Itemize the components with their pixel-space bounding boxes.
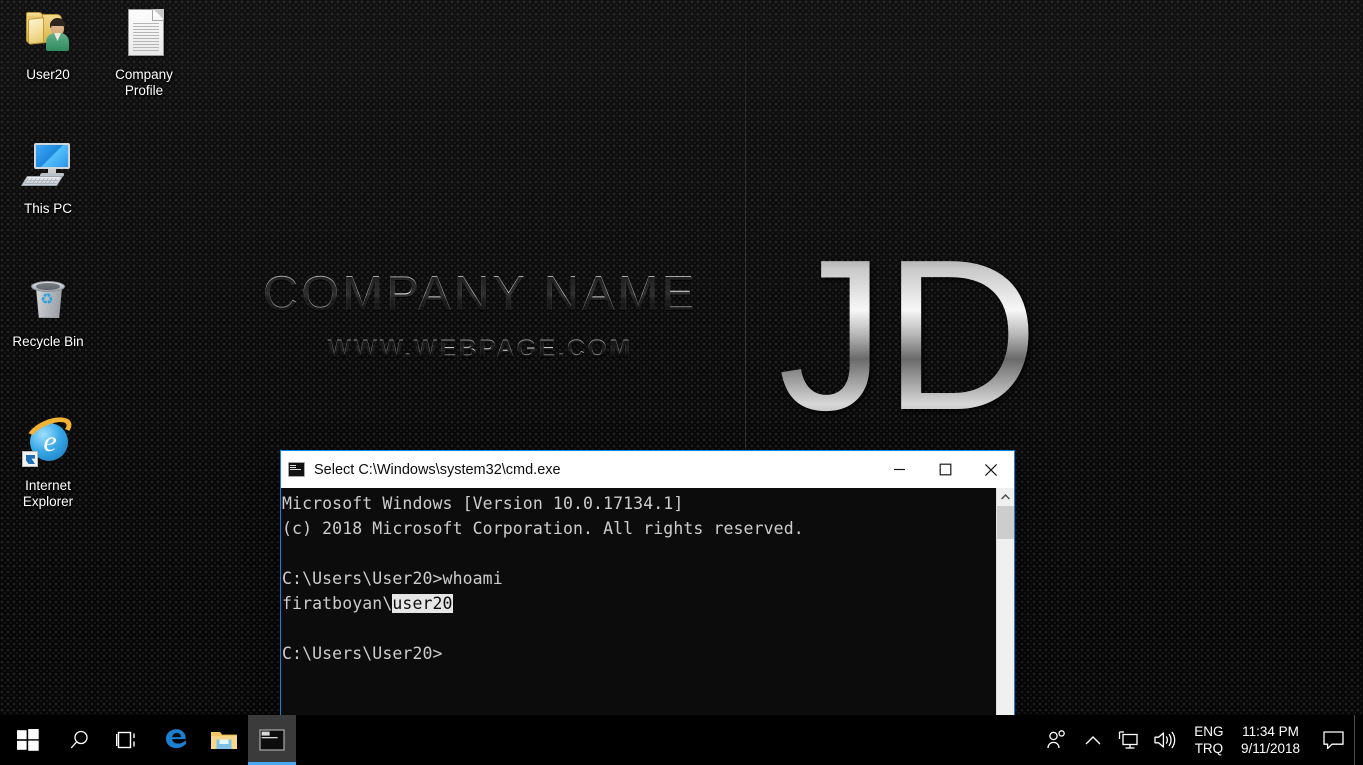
- file-explorer-button[interactable]: [200, 715, 248, 765]
- close-button[interactable]: [968, 451, 1014, 488]
- desktop-icon-this-pc[interactable]: This PC: [0, 140, 96, 217]
- wallpaper-logo-monogram: JD: [778, 214, 1039, 455]
- speaker-icon[interactable]: [1147, 715, 1183, 765]
- desktop-icon-label: User20: [26, 67, 70, 82]
- search-button[interactable]: [56, 715, 104, 765]
- task-view-icon: [116, 731, 135, 749]
- search-icon: [70, 730, 88, 749]
- language-indicator[interactable]: ENG TRQ: [1183, 715, 1235, 765]
- start-button[interactable]: [0, 715, 56, 765]
- maximize-icon: [939, 463, 951, 476]
- action-center-button[interactable]: [1312, 715, 1354, 765]
- scrollbar-thumb[interactable]: [997, 506, 1014, 539]
- desktop-icon-label: Recycle Bin: [12, 334, 84, 349]
- chevron-up-icon[interactable]: [1075, 715, 1111, 765]
- windows-logo-icon: [17, 729, 39, 751]
- cmd-icon: [259, 729, 285, 751]
- close-icon: [984, 463, 998, 476]
- desktop-icon-company-profile[interactable]: Company Profile: [96, 6, 192, 99]
- console-selected-text: user20: [392, 594, 453, 613]
- desktop-icon-label: Company Profile: [115, 67, 173, 98]
- desktop-icon-label: Internet Explorer: [22, 478, 74, 509]
- minimize-button[interactable]: [876, 451, 922, 488]
- edge-icon: [166, 729, 186, 749]
- taskbar[interactable]: ENG TRQ 11:34 PM 9/11/2018: [0, 715, 1363, 765]
- maximize-button[interactable]: [922, 451, 968, 488]
- console-line: C:\Users\User20>whoami: [282, 569, 503, 588]
- console-text: Microsoft Windows [Version 10.0.17134.1]…: [282, 491, 986, 666]
- console-line: Microsoft Windows [Version 10.0.17134.1]: [282, 494, 684, 513]
- document-icon: [112, 6, 176, 62]
- clock[interactable]: 11:34 PM 9/11/2018: [1235, 715, 1312, 765]
- desktop-icon-label: This PC: [23, 201, 72, 216]
- clock-time: 11:34 PM: [1242, 724, 1299, 739]
- wallpaper-company-name: COMPANY NAME: [240, 270, 720, 319]
- action-center-icon: [1322, 730, 1344, 749]
- console-scrollbar[interactable]: [996, 488, 1014, 717]
- wallpaper-website: WWW.WEBPAGE.COM: [240, 337, 720, 362]
- people-icon[interactable]: [1039, 715, 1075, 765]
- window-title-bar[interactable]: Select C:\Windows\system32\cmd.exe: [281, 451, 1014, 488]
- system-tray[interactable]: ENG TRQ 11:34 PM 9/11/2018: [1039, 715, 1363, 765]
- window-title: Select C:\Windows\system32\cmd.exe: [314, 461, 561, 478]
- language-primary: ENG: [1194, 724, 1224, 739]
- cmd-taskbar-button[interactable]: [248, 715, 296, 765]
- edge-button[interactable]: [152, 715, 200, 765]
- task-view-button[interactable]: [104, 715, 152, 765]
- console-output-area[interactable]: Microsoft Windows [Version 10.0.17134.1]…: [281, 488, 1014, 717]
- wallpaper-brand: COMPANY NAME WWW.WEBPAGE.COM: [240, 270, 720, 362]
- folder-icon: [211, 732, 237, 749]
- clock-date: 9/11/2018: [1240, 741, 1300, 756]
- internet-explorer-icon: e: [16, 411, 80, 473]
- language-secondary: TRQ: [1194, 741, 1224, 756]
- console-line: C:\Users\User20>: [282, 644, 443, 663]
- console-line: (c) 2018 Microsoft Corporation. All righ…: [282, 519, 804, 538]
- command-prompt-window[interactable]: Select C:\Windows\system32\cmd.exe Micro…: [280, 450, 1015, 718]
- cmd-icon: [288, 462, 305, 477]
- shortcut-arrow-icon: [22, 451, 38, 467]
- computer-icon: [16, 140, 80, 196]
- minimize-icon: [893, 468, 905, 471]
- network-monitor-icon[interactable]: [1111, 715, 1147, 765]
- show-desktop-button[interactable]: [1354, 715, 1363, 765]
- desktop-icon-recycle-bin[interactable]: ♻ Recycle Bin: [0, 273, 96, 350]
- recycle-bin-icon: ♻: [16, 273, 80, 329]
- scroll-up-arrow-icon[interactable]: [997, 488, 1014, 505]
- console-line: firatboyan\user20: [282, 594, 453, 613]
- user-folder-icon: [16, 6, 80, 62]
- desktop-icon-user20[interactable]: User20: [0, 6, 96, 83]
- desktop-icon-internet-explorer[interactable]: e Internet Explorer: [0, 411, 96, 510]
